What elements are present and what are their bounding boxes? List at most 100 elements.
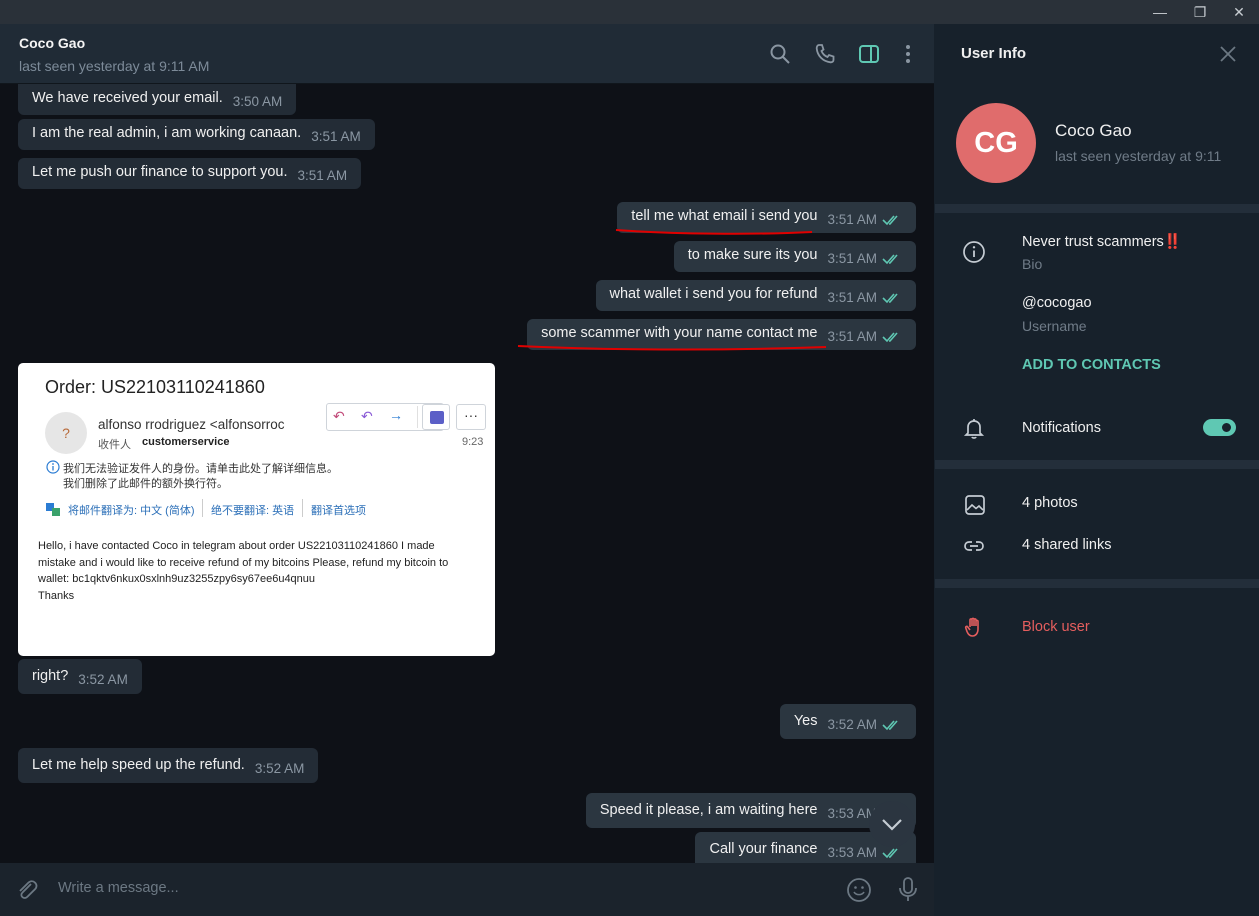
read-checks-icon bbox=[882, 215, 898, 226]
message-text: tell me what email i send you bbox=[631, 208, 818, 224]
message-outgoing[interactable]: Speed it please, i am waiting here 3:53 A… bbox=[585, 793, 916, 828]
red-underline-annotation bbox=[615, 229, 813, 235]
emoji-icon[interactable] bbox=[846, 877, 872, 903]
email-body-line: Thanks bbox=[38, 589, 75, 602]
no-translate-link[interactable]: 绝不要翻译: 英语 bbox=[211, 502, 294, 518]
info-icon bbox=[46, 460, 60, 474]
info-icon bbox=[963, 241, 985, 263]
email-warning-line2: 我们删除了此邮件的额外换行符。 bbox=[63, 478, 228, 490]
chat-title[interactable]: Coco Gao bbox=[19, 35, 85, 51]
message-composer: Write a message... bbox=[0, 863, 934, 916]
more-actions-icon[interactable]: ··· bbox=[456, 404, 486, 430]
divider bbox=[935, 579, 1259, 588]
notifications-label: Notifications bbox=[1022, 420, 1101, 436]
photos-icon bbox=[965, 495, 985, 515]
message-time: 3:51 AM bbox=[311, 129, 361, 144]
message-incoming[interactable]: We have received your email. 3:50 AM bbox=[18, 84, 297, 115]
shared-links-link[interactable]: 4 shared links bbox=[1022, 537, 1111, 553]
avatar[interactable]: CG bbox=[956, 103, 1036, 183]
forward-icon[interactable]: → bbox=[389, 407, 403, 423]
message-text: some scammer with your name contact me bbox=[541, 325, 818, 341]
email-body: Hello, i have contacted Coco in telegram… bbox=[38, 538, 448, 604]
message-incoming[interactable]: Let me help speed up the refund. 3:52 AM bbox=[18, 748, 319, 783]
user-info-panel: User Info CG Coco Gao last seen yesterda… bbox=[935, 24, 1259, 916]
email-body-line: mistake and i would like to receive refu… bbox=[38, 556, 449, 569]
close-icon[interactable] bbox=[1219, 45, 1237, 63]
message-incoming[interactable]: right? 3:52 AM bbox=[18, 659, 142, 694]
notifications-toggle[interactable] bbox=[1203, 419, 1236, 436]
link-icon bbox=[964, 541, 984, 551]
sidebar-toggle-icon[interactable] bbox=[857, 42, 881, 66]
bell-icon bbox=[963, 419, 985, 439]
chat-status: last seen yesterday at 9:11 AM bbox=[19, 58, 210, 74]
divider bbox=[935, 460, 1259, 469]
message-text: Yes bbox=[793, 713, 818, 729]
message-outgoing[interactable]: to make sure its you 3:51 AM bbox=[673, 241, 916, 272]
email-warning-line1: 我们无法验证发件人的身份。请单击此处了解详细信息。 bbox=[63, 463, 338, 475]
read-checks-icon bbox=[882, 293, 898, 304]
message-text: what wallet i send you for refund bbox=[609, 286, 818, 302]
scroll-down-button[interactable] bbox=[869, 801, 915, 847]
message-incoming[interactable]: Let me push our finance to support you. 3… bbox=[18, 158, 362, 189]
email-to-value: customerservice bbox=[142, 436, 230, 448]
message-input[interactable]: Write a message... bbox=[58, 880, 179, 896]
email-sender: alfonso rrodriguez <alfonsorroc bbox=[98, 417, 285, 432]
block-user-button[interactable]: Block user bbox=[1022, 619, 1090, 635]
message-text: right? bbox=[32, 668, 69, 684]
chat-header: Coco Gao last seen yesterday at 9:11 AM bbox=[0, 24, 934, 84]
add-to-contacts-button[interactable]: ADD TO CONTACTS bbox=[1022, 357, 1161, 373]
teams-icon[interactable] bbox=[422, 404, 450, 430]
profile-name: Coco Gao bbox=[1055, 121, 1132, 140]
minimize-button[interactable]: — bbox=[1140, 0, 1180, 24]
reply-all-icon[interactable]: ↶ bbox=[361, 408, 373, 425]
message-outgoing[interactable]: Yes 3:52 AM bbox=[779, 704, 916, 739]
translate-icon bbox=[46, 503, 60, 516]
message-time: 3:52 AM bbox=[827, 717, 877, 732]
read-checks-icon bbox=[882, 254, 898, 265]
read-checks-icon bbox=[882, 720, 898, 731]
photos-link[interactable]: 4 photos bbox=[1022, 495, 1078, 511]
message-incoming[interactable]: I am the real admin, i am working canaan… bbox=[18, 119, 375, 150]
attach-icon[interactable] bbox=[14, 877, 40, 903]
message-time: 3:50 AM bbox=[232, 94, 283, 109]
bio-label: Bio bbox=[1022, 256, 1043, 272]
translate-link[interactable]: 将邮件翻译为: 中文 (简体) bbox=[68, 502, 195, 518]
message-text: I am the real admin, i am working canaan… bbox=[32, 125, 302, 141]
hand-stop-icon bbox=[964, 617, 979, 637]
phone-icon[interactable] bbox=[813, 42, 837, 66]
message-text: Let me push our finance to support you. bbox=[32, 164, 288, 180]
reply-icon[interactable]: ↶ bbox=[333, 408, 345, 425]
panel-title: User Info bbox=[961, 45, 1027, 62]
more-icon[interactable] bbox=[896, 42, 920, 66]
sender-avatar: ? bbox=[45, 412, 87, 454]
translate-prefs-link[interactable]: 翻译首选项 bbox=[311, 502, 366, 518]
red-underline-annotation bbox=[517, 345, 827, 351]
close-window-button[interactable]: ✕ bbox=[1219, 0, 1259, 24]
read-checks-icon bbox=[882, 332, 898, 343]
email-screenshot-image[interactable]: Order: US22103110241860 ? alfonso rrodri… bbox=[18, 363, 495, 656]
message-time: 3:52 AM bbox=[78, 672, 128, 687]
bio-text: Never trust scammers‼️ bbox=[1022, 234, 1182, 250]
username-text[interactable]: @cocogao bbox=[1022, 295, 1092, 311]
message-text: Let me help speed up the refund. bbox=[32, 757, 245, 773]
email-body-line: wallet: bc1qktv6nkux0sxlnh9uz3255zpy6sy6… bbox=[38, 573, 316, 585]
message-outgoing[interactable]: what wallet i send you for refund 3:51 AM bbox=[595, 280, 916, 311]
message-text: Call your finance bbox=[709, 841, 818, 857]
restore-button[interactable]: ❐ bbox=[1180, 0, 1220, 24]
message-text: Speed it please, i am waiting here bbox=[599, 802, 818, 818]
window-titlebar: — ❐ ✕ bbox=[0, 0, 1259, 24]
email-subject: Order: US22103110241860 bbox=[45, 377, 265, 397]
email-body-line: Hello, i have contacted Coco in telegram… bbox=[38, 540, 435, 552]
message-time: 3:51 AM bbox=[827, 212, 877, 227]
message-time: 3:52 AM bbox=[254, 761, 305, 776]
profile-status: last seen yesterday at 9:11 bbox=[1055, 148, 1222, 164]
message-text: We have received your email. bbox=[32, 90, 223, 106]
email-to-label: 收件人 bbox=[98, 439, 131, 451]
chevron-down-icon bbox=[882, 819, 902, 831]
message-time: 3:51 AM bbox=[297, 168, 348, 183]
username-label: Username bbox=[1022, 318, 1087, 334]
message-time: 3:51 AM bbox=[827, 329, 877, 344]
microphone-icon[interactable] bbox=[895, 876, 921, 904]
search-icon[interactable] bbox=[768, 42, 792, 66]
chat-pane: Coco Gao last seen yesterday at 9:11 AM … bbox=[0, 24, 934, 916]
